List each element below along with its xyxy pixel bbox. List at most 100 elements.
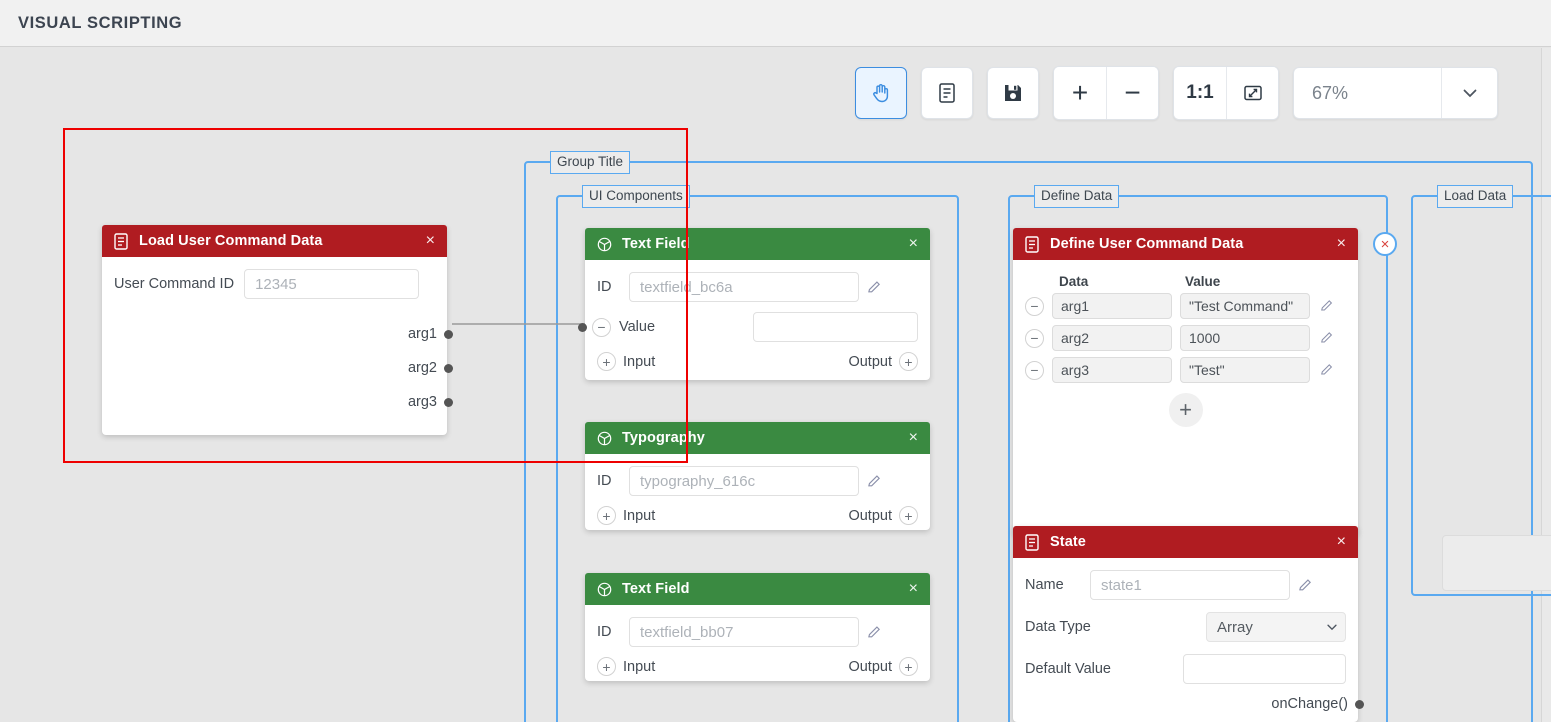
node-define-user-command-data[interactable]: Define User Command Data × Data Value − … bbox=[1013, 228, 1358, 535]
node-header[interactable]: Define User Command Data × bbox=[1013, 228, 1358, 260]
node-body: Data Value − arg1 "Test Command" − arg2 … bbox=[1013, 260, 1358, 441]
id-input[interactable]: textfield_bc6a bbox=[629, 272, 859, 302]
row-data-input[interactable]: arg2 bbox=[1052, 325, 1172, 351]
add-output-control[interactable]: Output + bbox=[848, 506, 918, 525]
output-label: Output bbox=[848, 507, 892, 524]
id-row: ID typography_616c bbox=[597, 466, 918, 496]
table-header: Data Value bbox=[1059, 274, 1346, 289]
user-command-id-input[interactable]: 12345 bbox=[244, 269, 420, 299]
row-data-input[interactable]: arg3 bbox=[1052, 357, 1172, 383]
component-icon bbox=[597, 431, 612, 446]
chevron-down-icon[interactable] bbox=[1325, 620, 1339, 634]
remove-value-button[interactable]: − bbox=[592, 317, 611, 337]
column-header-data: Data bbox=[1059, 274, 1089, 289]
data-type-select[interactable]: Array bbox=[1206, 612, 1346, 642]
value-label: Value bbox=[619, 319, 656, 335]
view-buttons-group: 1:1 bbox=[1173, 66, 1279, 120]
zoom-in-button[interactable]: + bbox=[1054, 67, 1106, 119]
edit-pencil-icon[interactable] bbox=[867, 280, 882, 295]
io-row: + Input Output + bbox=[597, 352, 918, 371]
add-input-control[interactable]: + Input bbox=[597, 352, 655, 371]
output-port-arg2[interactable]: arg2 bbox=[114, 351, 453, 385]
io-row: + Input Output + bbox=[597, 506, 918, 525]
id-input[interactable]: textfield_bb07 bbox=[629, 617, 859, 647]
node-state[interactable]: State × Name state1 Data Type Array Defa… bbox=[1013, 526, 1364, 722]
node-header[interactable]: Load User Command Data × bbox=[102, 225, 447, 257]
output-port-arg3[interactable]: arg3 bbox=[114, 385, 453, 419]
input-label: Input bbox=[623, 353, 656, 370]
id-row: ID textfield_bb07 bbox=[597, 617, 918, 647]
row-value-input[interactable]: "Test" bbox=[1180, 357, 1310, 383]
node-header[interactable]: Text Field × bbox=[585, 573, 930, 605]
close-icon[interactable]: × bbox=[1335, 533, 1348, 551]
add-output-control[interactable]: Output + bbox=[848, 352, 918, 371]
save-button[interactable] bbox=[987, 67, 1039, 119]
node-header[interactable]: Text Field × bbox=[585, 228, 930, 260]
add-output-button[interactable]: + bbox=[899, 506, 918, 525]
close-icon[interactable]: × bbox=[907, 235, 920, 253]
row-value-input[interactable]: 1000 bbox=[1180, 325, 1310, 351]
remove-row-button[interactable]: − bbox=[1025, 328, 1044, 348]
default-value-input[interactable] bbox=[1183, 654, 1346, 684]
edit-pencil-icon[interactable] bbox=[867, 474, 882, 489]
row-data-input[interactable]: arg1 bbox=[1052, 293, 1172, 319]
remove-row-button[interactable]: − bbox=[1025, 296, 1044, 316]
zoom-out-button[interactable]: − bbox=[1106, 67, 1158, 119]
add-output-button[interactable]: + bbox=[899, 352, 918, 371]
user-command-id-label: User Command ID bbox=[114, 276, 235, 292]
close-icon[interactable]: × bbox=[907, 580, 920, 598]
add-input-button[interactable]: + bbox=[597, 657, 616, 676]
graph-canvas[interactable]: Group Title UI Components Define Data Lo… bbox=[0, 48, 1551, 722]
edit-pencil-icon[interactable] bbox=[1320, 299, 1334, 313]
actual-size-button[interactable]: 1:1 bbox=[1174, 67, 1226, 119]
output-port-arg1[interactable]: arg1 bbox=[114, 317, 453, 351]
add-input-button[interactable]: + bbox=[597, 506, 616, 525]
notes-button[interactable] bbox=[921, 67, 973, 119]
edit-pencil-icon[interactable] bbox=[1298, 578, 1313, 593]
node-text-field-1[interactable]: Text Field × ID textfield_bc6a − Value +… bbox=[578, 228, 930, 380]
node-typography[interactable]: Typography × ID typography_616c + Input bbox=[585, 422, 930, 530]
node-header[interactable]: Typography × bbox=[585, 422, 930, 454]
port-label: arg3 bbox=[407, 394, 437, 410]
edit-pencil-icon[interactable] bbox=[1320, 363, 1334, 377]
zoom-level-select[interactable]: 67% bbox=[1293, 67, 1498, 119]
node-title: State bbox=[1050, 534, 1086, 550]
node-header[interactable]: State × bbox=[1013, 526, 1358, 558]
add-input-control[interactable]: + Input bbox=[597, 506, 655, 525]
node-load-user-command-data[interactable]: Load User Command Data × User Command ID… bbox=[102, 225, 453, 435]
port-dot-icon[interactable] bbox=[444, 397, 453, 407]
data-file-icon bbox=[1025, 533, 1040, 551]
add-row-button[interactable]: + bbox=[1168, 393, 1203, 427]
node-body: ID textfield_bc6a − Value + Input Output… bbox=[578, 260, 930, 385]
zoom-level-value: 67% bbox=[1312, 82, 1349, 103]
edit-pencil-icon[interactable] bbox=[1320, 331, 1334, 345]
add-output-button[interactable]: + bbox=[899, 657, 918, 676]
close-icon[interactable]: × bbox=[1335, 235, 1348, 253]
value-input[interactable] bbox=[753, 312, 918, 342]
add-output-control[interactable]: Output + bbox=[848, 657, 918, 676]
close-icon[interactable]: × bbox=[907, 429, 920, 447]
node-body: User Command ID 12345 arg1 arg2 arg3 bbox=[102, 257, 453, 433]
table-row: − arg1 "Test Command" bbox=[1025, 293, 1346, 319]
edit-pencil-icon[interactable] bbox=[867, 625, 882, 640]
chevron-down-icon[interactable] bbox=[1441, 68, 1497, 118]
name-input[interactable]: state1 bbox=[1090, 570, 1290, 600]
column-header-value: Value bbox=[1185, 274, 1221, 289]
add-input-control[interactable]: + Input bbox=[597, 657, 655, 676]
group-close-icon[interactable]: × bbox=[1373, 232, 1397, 256]
fit-to-screen-button[interactable] bbox=[1226, 67, 1278, 119]
hand-tool-button[interactable] bbox=[855, 67, 907, 119]
port-dot-icon[interactable] bbox=[444, 363, 453, 373]
port-dot-icon[interactable] bbox=[1355, 699, 1364, 709]
row-value-input[interactable]: "Test Command" bbox=[1180, 293, 1310, 319]
close-icon[interactable]: × bbox=[424, 232, 437, 250]
id-input[interactable]: typography_616c bbox=[629, 466, 859, 496]
input-port-dot-icon[interactable] bbox=[578, 322, 587, 332]
port-dot-icon[interactable] bbox=[444, 329, 453, 339]
data-type-label: Data Type bbox=[1025, 619, 1091, 635]
node-text-field-2[interactable]: Text Field × ID textfield_bb07 + Input O… bbox=[585, 573, 930, 681]
remove-row-button[interactable]: − bbox=[1025, 360, 1044, 380]
document-icon bbox=[939, 83, 955, 103]
onchange-port-row[interactable]: onChange() bbox=[1025, 696, 1364, 712]
add-input-button[interactable]: + bbox=[597, 352, 616, 371]
